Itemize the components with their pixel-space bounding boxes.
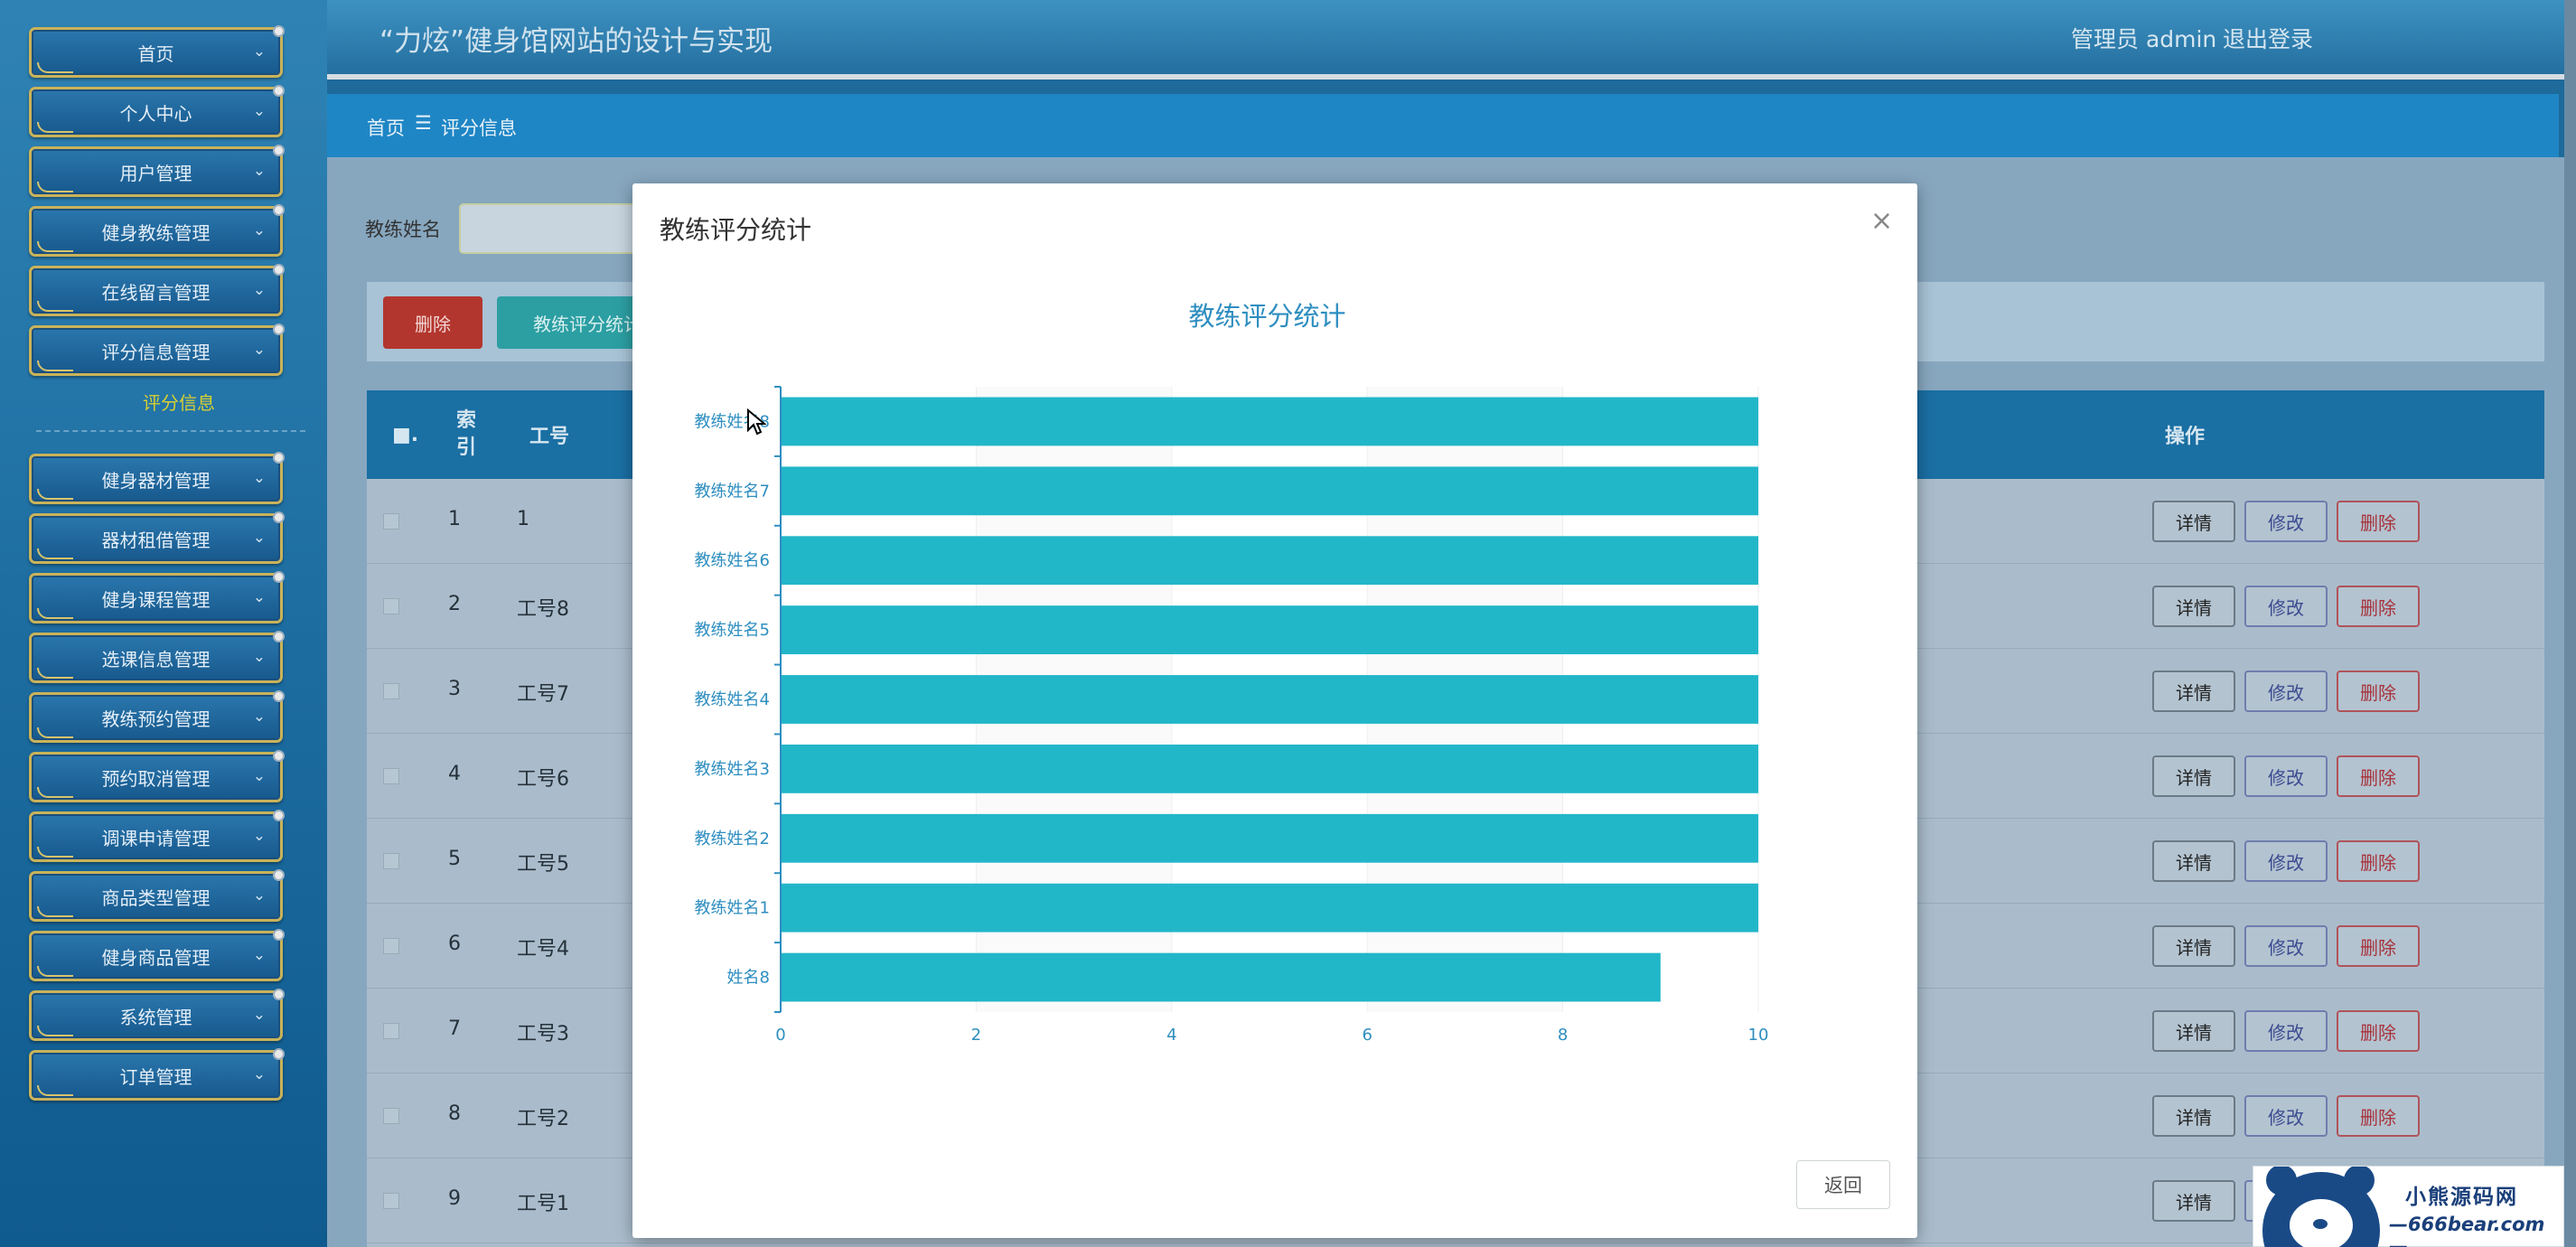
category-label: 教练姓名7 bbox=[695, 482, 770, 501]
bar[interactable] bbox=[781, 605, 1758, 655]
bar[interactable] bbox=[781, 466, 1758, 516]
category-label: 教练姓名3 bbox=[695, 760, 770, 779]
mouse-cursor-icon bbox=[747, 408, 766, 436]
x-tick-label: 2 bbox=[971, 1026, 981, 1045]
x-tick-label: 0 bbox=[775, 1026, 785, 1045]
bar[interactable] bbox=[781, 675, 1758, 724]
bar[interactable] bbox=[781, 744, 1758, 793]
stats-modal: 教练评分统计 × 教练评分统计 教练姓名8 教练姓名7 教练姓名6 教练姓名5 教练姓名… bbox=[632, 183, 1917, 1238]
bar[interactable] bbox=[781, 813, 1758, 863]
bar[interactable] bbox=[781, 397, 1758, 446]
bar[interactable] bbox=[781, 883, 1758, 933]
category-label: 教练姓名6 bbox=[695, 551, 770, 570]
watermark-title: 小熊源码网 bbox=[2405, 1186, 2518, 1209]
category-label: 教练姓名5 bbox=[695, 621, 770, 640]
x-tick-label: 8 bbox=[1558, 1026, 1568, 1045]
back-button[interactable]: 返回 bbox=[1796, 1160, 1890, 1209]
x-tick-label: 6 bbox=[1362, 1026, 1372, 1045]
category-label: 姓名8 bbox=[727, 969, 770, 988]
bear-logo-icon bbox=[2262, 1167, 2380, 1247]
bar[interactable] bbox=[781, 536, 1758, 586]
x-tick-label: 10 bbox=[1748, 1026, 1769, 1045]
bar[interactable] bbox=[781, 952, 1661, 1002]
category-label: 教练姓名1 bbox=[695, 899, 770, 918]
watermark: 小熊源码网 —666bear.com— bbox=[2253, 1166, 2564, 1247]
category-label: 教练姓名4 bbox=[695, 690, 770, 709]
bar-chart: 教练姓名8教练姓名7教练姓名6教练姓名5教练姓名4教练姓名3教练姓名2教练姓名1… bbox=[695, 386, 1769, 1045]
watermark-url: —666bear.com— bbox=[2389, 1214, 2545, 1247]
x-tick-label: 4 bbox=[1166, 1026, 1176, 1045]
category-label: 教练姓名2 bbox=[695, 830, 770, 849]
